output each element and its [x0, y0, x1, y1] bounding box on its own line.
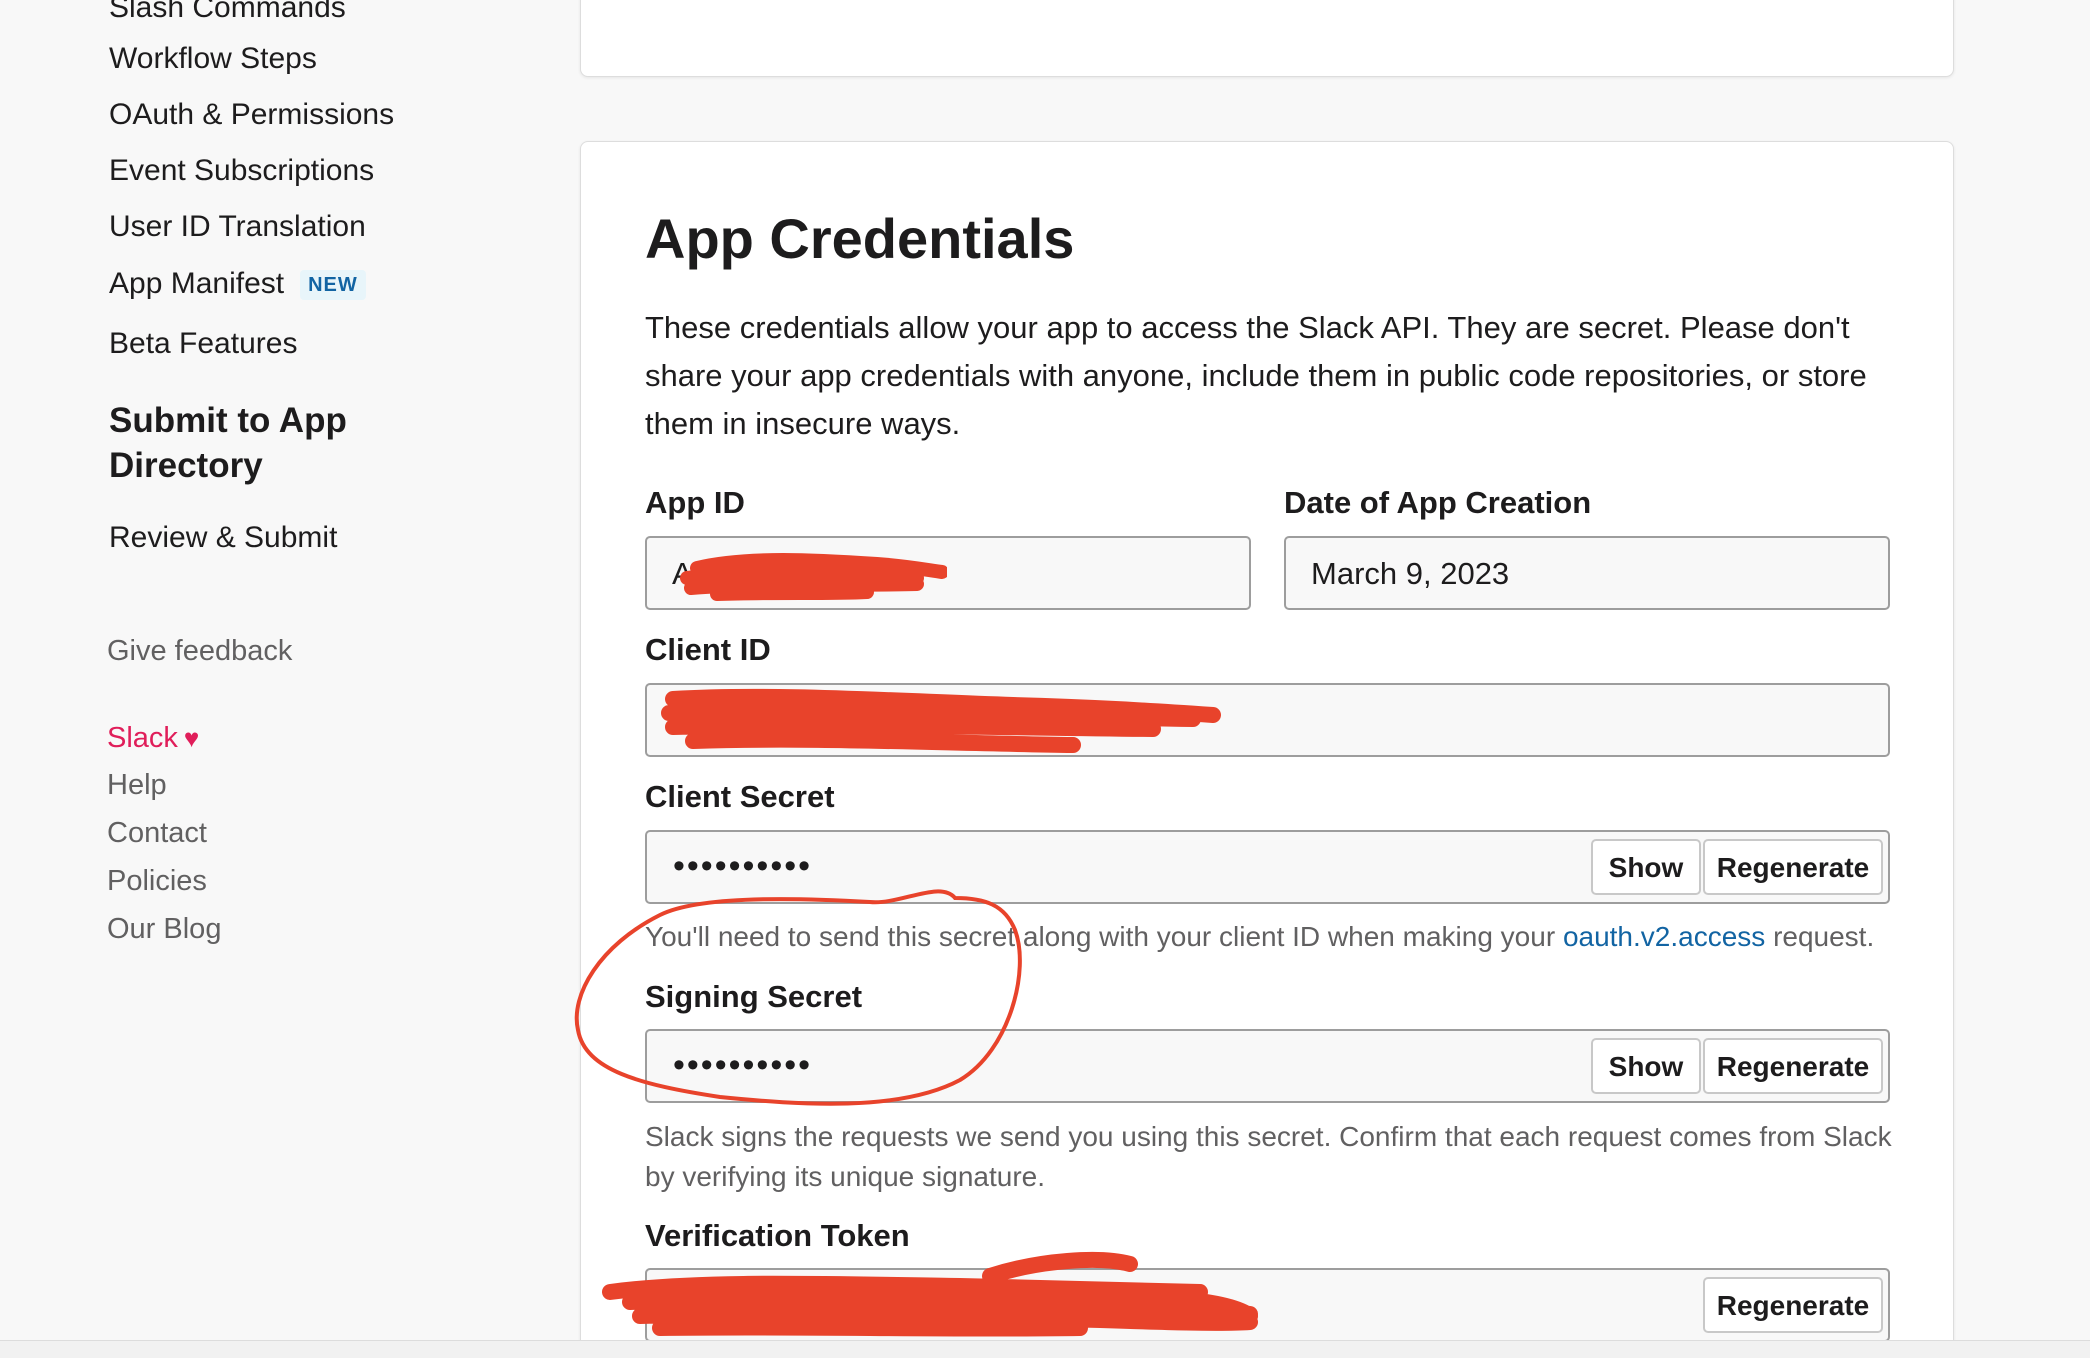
client-secret-help-text: You'll need to send this secret along wi… — [645, 921, 1556, 952]
signing-secret-help: Slack signs the requests we send you usi… — [645, 1121, 1892, 1192]
client-secret-help: You'll need to send this secret along wi… — [645, 917, 1874, 957]
client-secret-masked-value: •••••••••• — [673, 847, 813, 885]
app-settings-page: Slash Commands Workflow Steps OAuth & Pe… — [0, 0, 2090, 1358]
creation-date-label: Date of App Creation — [1284, 485, 1592, 520]
heart-icon: ♥ — [183, 723, 200, 753]
signing-secret-show-button[interactable]: Show — [1591, 1038, 1701, 1094]
creation-date-field[interactable]: March 9, 2023 — [1284, 536, 1890, 610]
contact-link[interactable]: Contact — [107, 815, 207, 851]
help-link[interactable]: Help — [107, 767, 167, 803]
sidebar-item-oauth-permissions[interactable]: OAuth & Permissions — [109, 97, 394, 133]
policies-link[interactable]: Policies — [107, 863, 207, 899]
sidebar-item-user-id-translation[interactable]: User ID Translation — [109, 209, 366, 245]
redaction-scribble — [661, 688, 1221, 753]
signing-secret-label: Signing Secret — [645, 979, 863, 1014]
sidebar-item-slash-commands[interactable]: Slash Commands — [109, 0, 346, 26]
app-id-value: A0 — [672, 556, 710, 591]
sidebar-item-event-subscriptions[interactable]: Event Subscriptions — [109, 153, 374, 189]
sidebar-section-title: Submit to App Directory — [109, 401, 347, 485]
previous-section-card — [580, 0, 1954, 77]
new-badge: NEW — [300, 270, 366, 301]
client-secret-show-button[interactable]: Show — [1591, 839, 1701, 895]
sidebar-item-app-manifest[interactable]: App Manifest NEW — [109, 266, 366, 302]
client-secret-help-suffix: request. — [1773, 921, 1875, 952]
section-description: These credentials allow your app to acce… — [645, 310, 1867, 441]
signing-secret-field[interactable]: •••••••••• Show Regenerate — [645, 1029, 1890, 1103]
signing-secret-masked-value: •••••••••• — [673, 1046, 813, 1084]
verification-token-regenerate-button[interactable]: Regenerate — [1703, 1277, 1883, 1333]
give-feedback-link[interactable]: Give feedback — [107, 633, 292, 669]
slack-link[interactable]: Slack ♥ — [107, 720, 199, 756]
app-id-field[interactable]: A0 — [645, 536, 1251, 610]
client-id-label: Client ID — [645, 632, 771, 667]
app-id-label: App ID — [645, 485, 745, 520]
slack-link-label: Slack — [107, 722, 178, 754]
bottom-scroll-bar — [0, 1340, 2090, 1358]
sidebar: Slash Commands Workflow Steps OAuth & Pe… — [0, 0, 560, 1358]
sidebar-item-label: App Manifest — [109, 267, 285, 300]
verification-token-field[interactable]: Regenerate — [645, 1268, 1890, 1342]
section-title: App Credentials — [645, 207, 1075, 270]
client-secret-regenerate-button[interactable]: Regenerate — [1703, 839, 1883, 895]
creation-date-value: March 9, 2023 — [1311, 556, 1510, 591]
client-secret-label: Client Secret — [645, 779, 835, 814]
sidebar-item-workflow-steps[interactable]: Workflow Steps — [109, 41, 317, 77]
verification-token-label: Verification Token — [645, 1218, 910, 1253]
sidebar-item-beta-features[interactable]: Beta Features — [109, 326, 297, 362]
oauth-access-link[interactable]: oauth.v2.access — [1563, 921, 1765, 952]
our-blog-link[interactable]: Our Blog — [107, 911, 221, 947]
client-secret-field[interactable]: •••••••••• Show Regenerate — [645, 830, 1890, 904]
signing-secret-regenerate-button[interactable]: Regenerate — [1703, 1038, 1883, 1094]
client-id-field[interactable] — [645, 683, 1890, 757]
app-credentials-card: App Credentials These credentials allow … — [580, 141, 1954, 1358]
sidebar-item-review-submit[interactable]: Review & Submit — [109, 520, 337, 556]
